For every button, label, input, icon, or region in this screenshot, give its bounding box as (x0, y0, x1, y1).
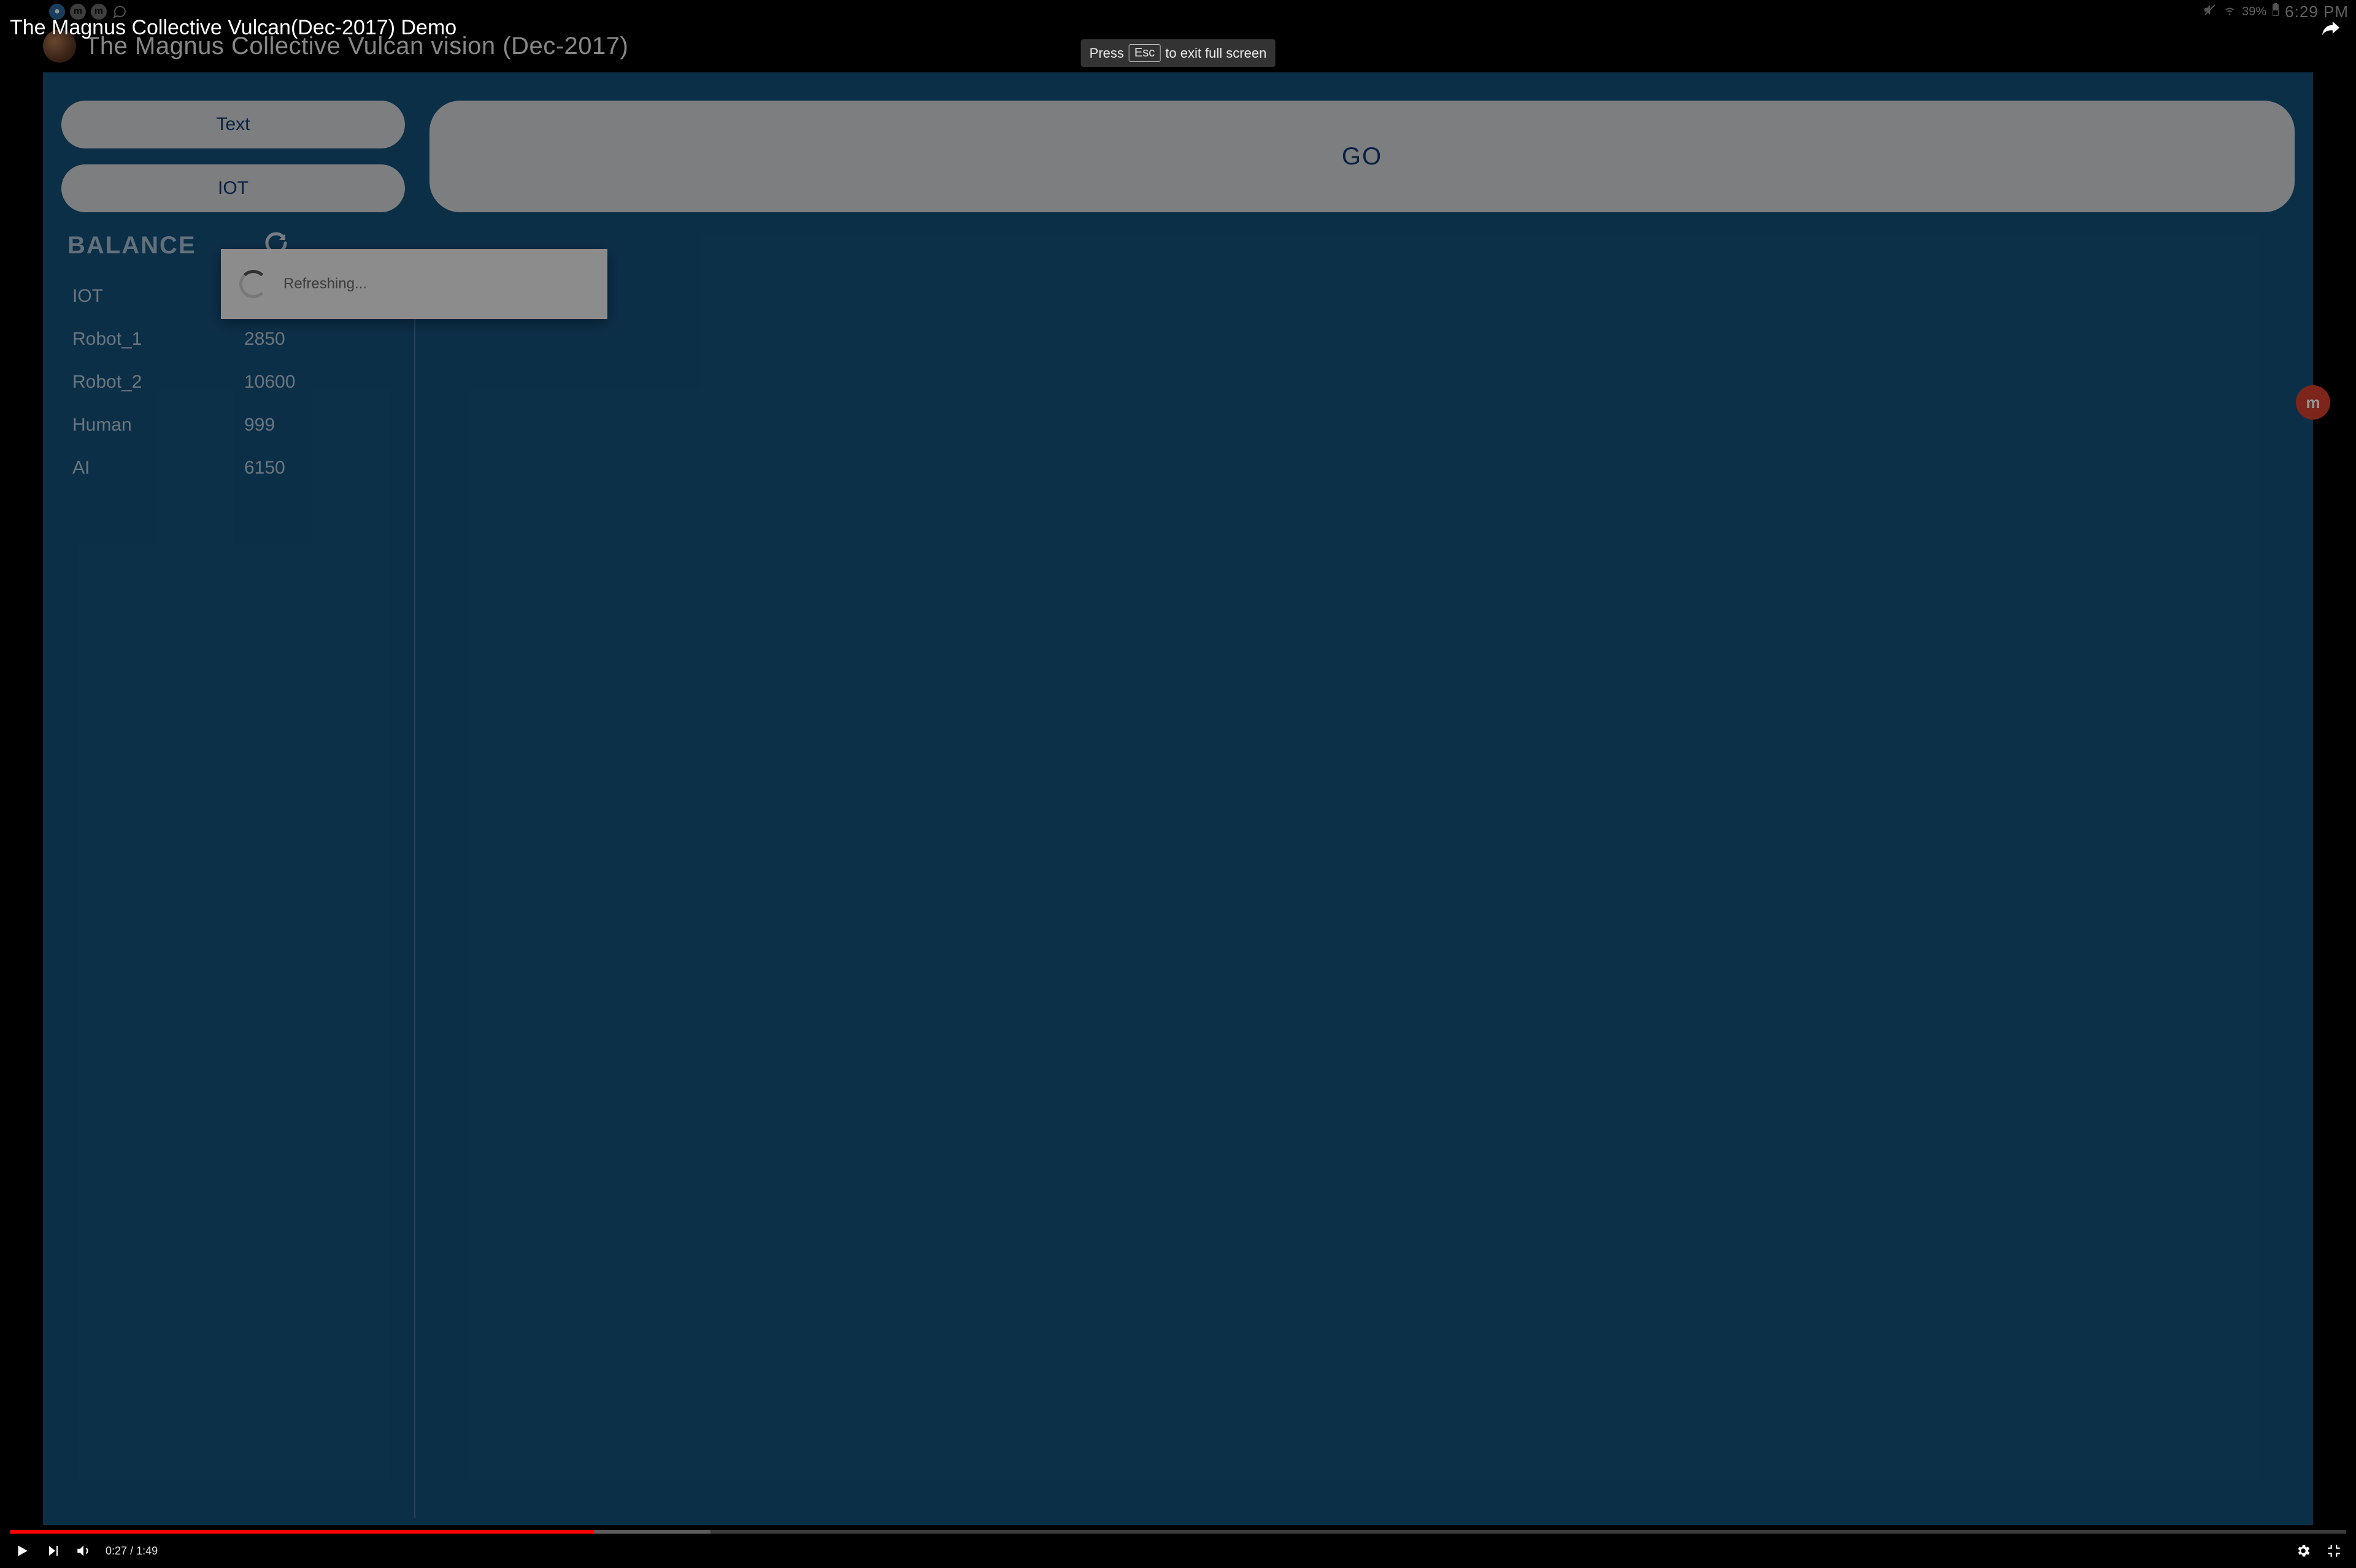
vertical-divider (414, 263, 415, 1518)
balance-value: 2850 (244, 329, 285, 350)
fullscreen-hint: Press Esc to exit full screen (1081, 39, 1276, 67)
text-button-label: Text (216, 114, 250, 135)
table-row: AI 6150 (72, 447, 2284, 490)
battery-icon (2271, 2, 2280, 21)
spinner-icon (239, 270, 268, 298)
mute-icon (2203, 2, 2217, 21)
time-display: 0:27 / 1:49 (106, 1545, 158, 1558)
video-stage: ● m m 39% 6:29 PM The Magnus Collective … (0, 0, 2356, 1568)
text-button[interactable]: Text (61, 101, 405, 148)
balance-name: Human (72, 415, 244, 436)
settings-button[interactable] (2295, 1542, 2312, 1559)
volume-button[interactable] (75, 1542, 92, 1559)
iot-button-label: IOT (218, 178, 248, 199)
play-button[interactable] (13, 1542, 31, 1559)
hint-prefix: Press (1090, 45, 1124, 61)
battery-percent: 39% (2242, 5, 2266, 19)
go-button[interactable]: GO (429, 101, 2295, 212)
balance-name: Robot_2 (72, 372, 244, 393)
time-separator: / (130, 1545, 136, 1557)
video-title: The Magnus Collective Vulcan(Dec-2017) D… (10, 16, 456, 40)
share-button[interactable] (2320, 17, 2341, 41)
time-current: 0:27 (106, 1545, 127, 1557)
balance-value: 6150 (244, 458, 285, 478)
balance-name: Robot_1 (72, 329, 244, 350)
time-total: 1:49 (136, 1545, 158, 1557)
table-row: Human 999 (72, 404, 2284, 447)
exit-fullscreen-button[interactable] (2325, 1542, 2343, 1559)
wifi-icon (2222, 2, 2237, 21)
dialog-message: Refreshing... (283, 275, 367, 293)
go-button-label: GO (1342, 143, 1382, 171)
table-row: Robot_2 10600 (72, 361, 2284, 404)
balance-name: IOT (72, 286, 244, 307)
app-body: Text IOT GO BALANCE IOT Robot_1 2850 Rob… (43, 72, 2313, 1525)
player-controls: 0:27 / 1:49 (0, 1534, 2356, 1568)
balance-heading: BALANCE (67, 232, 196, 259)
next-button[interactable] (44, 1542, 61, 1559)
floating-app-badge[interactable]: m (2296, 385, 2330, 420)
hint-suffix: to exit full screen (1165, 45, 1266, 61)
balance-name: AI (72, 458, 244, 478)
iot-button[interactable]: IOT (61, 164, 405, 212)
balance-value: 10600 (244, 372, 295, 393)
floating-badge-label: m (2306, 393, 2320, 412)
balance-value: 999 (244, 415, 275, 436)
table-row: Robot_1 2850 (72, 318, 2284, 361)
esc-key: Esc (1129, 44, 1160, 62)
refreshing-dialog: Refreshing... (221, 249, 607, 319)
